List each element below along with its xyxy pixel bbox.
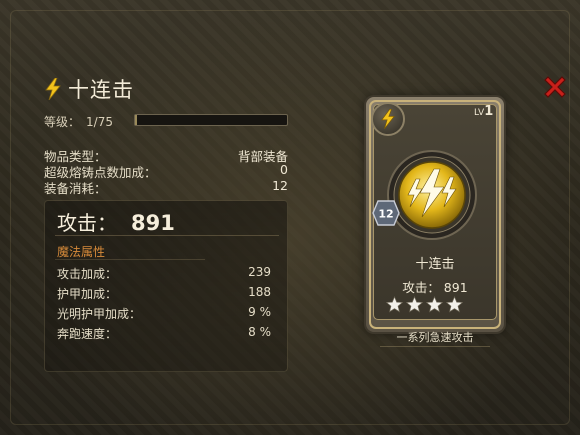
star-icon xyxy=(406,296,423,313)
skill-title: 十连击 xyxy=(68,78,134,102)
equip-cost-label: 装备消耗： xyxy=(44,181,107,196)
stat-row: 护甲加成： 188 xyxy=(57,285,279,302)
level-progress-fill xyxy=(135,115,138,125)
lightning-bolt-icon xyxy=(381,109,395,129)
card-type-badge xyxy=(371,102,405,136)
star-icon xyxy=(426,296,443,313)
card-cost: 12 xyxy=(378,208,393,221)
skill-orb-icon xyxy=(387,150,477,240)
equip-cost-row: 装备消耗： 12 xyxy=(44,178,288,197)
stat-row: 光明护甲加成： 9 % xyxy=(57,305,279,322)
divider xyxy=(55,259,205,260)
stat-row: 奔跑速度： 8 % xyxy=(57,325,279,342)
level-row: 等级： 1/75 xyxy=(44,113,113,130)
star-icon xyxy=(446,296,463,313)
card-level-value: 1 xyxy=(484,104,494,119)
stat-value: 188 xyxy=(248,285,271,299)
lightning-bolt-icon xyxy=(45,78,61,100)
stats-panel: 攻击： 891 魔法属性 攻击加成： 239 护甲加成： 188 光明护甲加成：… xyxy=(44,200,288,372)
stat-label: 奔跑速度： xyxy=(57,327,118,341)
skill-title-row: 十连击 xyxy=(44,74,134,104)
level-label: 等级： xyxy=(44,115,81,129)
card-level-prefix: LV xyxy=(474,108,485,118)
divider xyxy=(55,235,279,236)
attack-value: 891 xyxy=(131,211,175,235)
attack-label: 攻击： xyxy=(57,211,117,235)
card-attack: 攻击： 891 xyxy=(402,280,468,295)
level-progress-bar xyxy=(134,114,288,126)
close-icon[interactable] xyxy=(541,73,569,101)
stat-value: 9 % xyxy=(248,305,271,319)
card-description: 一系列急速攻击 xyxy=(396,331,474,344)
card-name: 十连击 xyxy=(415,257,455,272)
stat-label: 攻击加成： xyxy=(57,267,118,281)
attack-row: 攻击： 891 xyxy=(57,207,175,236)
stat-label: 护甲加成： xyxy=(57,287,118,301)
card-level: LV1 xyxy=(474,104,493,119)
magic-section-title: 魔法属性 xyxy=(57,245,106,259)
stat-label: 光明护甲加成： xyxy=(57,307,142,321)
card-stars xyxy=(386,296,463,313)
level-value: 1/75 xyxy=(86,114,113,129)
star-icon xyxy=(386,296,403,313)
stat-row: 攻击加成： 239 xyxy=(57,265,279,282)
equip-cost-value: 12 xyxy=(272,178,288,193)
divider xyxy=(380,346,490,347)
stat-value: 239 xyxy=(248,265,271,279)
stat-value: 8 % xyxy=(248,325,271,339)
cost-badge: 12 xyxy=(372,200,400,226)
